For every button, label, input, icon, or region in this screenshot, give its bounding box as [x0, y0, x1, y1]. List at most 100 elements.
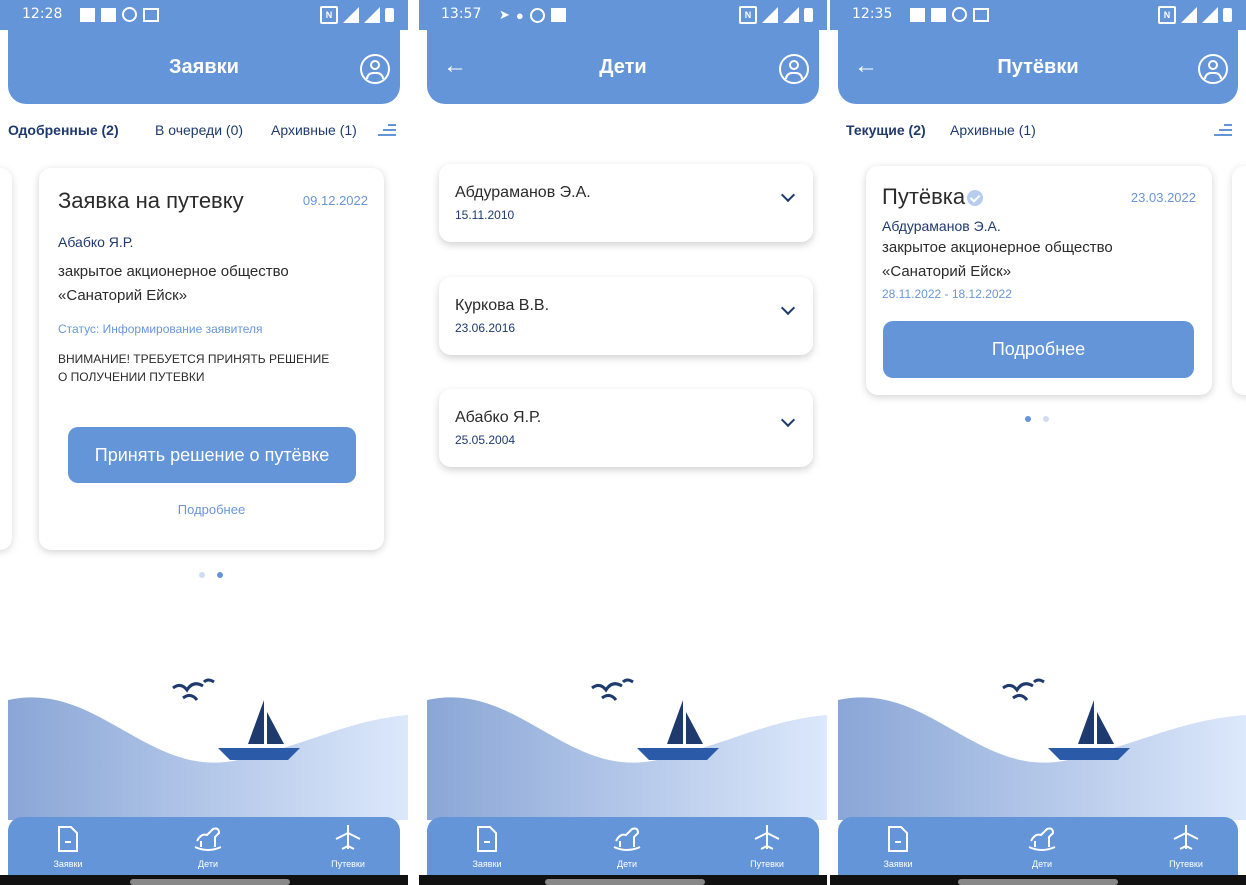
image-icon [143, 7, 159, 22]
bottom-navigation: Заявки Дети Путевки [838, 817, 1238, 875]
card-title: Путёвка [882, 184, 984, 210]
previous-card-peek[interactable] [0, 168, 12, 550]
signal-icon [762, 7, 778, 23]
system-icons: N [739, 6, 813, 24]
tab-queue[interactable]: В очереди (0) [155, 122, 243, 138]
organization: закрытое акционерное общество «Санаторий… [882, 236, 1113, 284]
tab-current[interactable]: Текущие (2) [846, 122, 926, 138]
vpn-icon [952, 7, 967, 22]
child-name: Абдураманов Э.А. [882, 218, 1001, 234]
document-icon [58, 826, 78, 852]
nav-vouchers[interactable]: Путевки [318, 821, 378, 869]
profile-icon[interactable] [779, 54, 809, 84]
tab-approved[interactable]: Одобренные (2) [8, 122, 119, 138]
chevron-down-icon[interactable] [780, 412, 796, 428]
status-icons [910, 7, 989, 22]
home-bar [419, 875, 827, 885]
signal-icon [1181, 7, 1197, 23]
nav-children-label: Дети [617, 859, 637, 869]
bottom-navigation: Заявки Дети Путевки [8, 817, 400, 875]
notification-icon [80, 7, 95, 22]
profile-icon[interactable] [360, 54, 390, 84]
child-name: Абдураманов Э.А. [455, 184, 591, 201]
nav-children[interactable]: Дети [1012, 821, 1072, 869]
document-icon [888, 826, 908, 852]
status-time: 12:28 [22, 6, 63, 22]
accept-decision-button[interactable]: Принять решение о путёвке [68, 427, 356, 483]
pager-dot[interactable] [1043, 416, 1049, 422]
wave [427, 697, 827, 820]
child-name: Куркова В.В. [455, 297, 550, 314]
details-link[interactable]: Подробнее [39, 502, 384, 517]
nav-requests[interactable]: Заявки [868, 821, 928, 869]
status-time: 13:57 [441, 6, 482, 22]
notification-icon [101, 7, 116, 22]
tab-archive[interactable]: Архивные (1) [950, 122, 1036, 138]
org-line-1: закрытое акционерное общество [882, 239, 1113, 256]
airplane-icon [335, 825, 361, 850]
vpn-icon [529, 7, 545, 23]
sailboat-icon [637, 700, 719, 760]
chevron-down-icon[interactable] [780, 187, 796, 203]
navigation-icon: ➤ [499, 7, 510, 22]
child-name: Абабко Я.Р. [455, 409, 542, 426]
pager-dot-active[interactable] [1025, 416, 1031, 422]
notification-icon [910, 7, 925, 22]
signal-icon [783, 7, 799, 23]
vpn-icon [122, 7, 137, 22]
filter-icon[interactable] [378, 124, 396, 138]
signal-icon [343, 7, 359, 23]
nav-vouchers[interactable]: Путевки [1156, 821, 1216, 869]
page-title: Заявки [169, 56, 239, 78]
nav-vouchers[interactable]: Путевки [737, 821, 797, 869]
chevron-down-icon[interactable] [780, 300, 796, 316]
nav-requests[interactable]: Заявки [457, 821, 517, 869]
child-name: Абабко Я.Р. [58, 234, 134, 250]
sea-illustration [8, 678, 408, 820]
rocking-horse-icon [1028, 827, 1056, 851]
seagulls-icon [1002, 678, 1045, 701]
home-indicator[interactable] [545, 879, 705, 885]
voucher-card: Путёвка 23.03.2022 Абдураманов Э.А. закр… [866, 166, 1212, 395]
rocking-horse-icon [613, 827, 641, 851]
next-card-peek[interactable] [1232, 166, 1246, 395]
nav-children[interactable]: Дети [178, 821, 238, 869]
voucher-period: 28.11.2022 - 18.12.2022 [882, 287, 1012, 301]
pager-dots [199, 572, 223, 578]
filter-icon[interactable] [1214, 124, 1232, 138]
tab-archive[interactable]: Архивные (1) [271, 122, 357, 138]
home-indicator[interactable] [958, 879, 1118, 885]
nav-vouchers-label: Путевки [750, 859, 784, 869]
nav-children[interactable]: Дети [597, 821, 657, 869]
child-item[interactable]: Куркова В.В. 23.06.2016 [439, 277, 813, 355]
page-title: Дети [599, 56, 647, 78]
nfc-icon: N [320, 6, 338, 24]
rocking-horse-icon [194, 827, 222, 851]
child-item[interactable]: Абдураманов Э.А. 15.11.2010 [439, 164, 813, 242]
nav-vouchers-label: Путевки [331, 859, 365, 869]
home-indicator[interactable] [130, 879, 290, 885]
profile-icon[interactable] [1198, 54, 1228, 84]
pager-dot-active[interactable] [217, 572, 223, 578]
app-bar: ← Путёвки [838, 30, 1238, 104]
system-icons: N [320, 6, 394, 24]
card-date: 09.12.2022 [302, 193, 368, 208]
airplane-icon [754, 825, 780, 850]
person-icon: ● [515, 7, 524, 23]
nav-requests[interactable]: Заявки [38, 821, 98, 869]
child-birthdate: 25.05.2004 [455, 433, 516, 447]
child-item[interactable]: Абабко Я.Р. 25.05.2004 [439, 389, 813, 467]
organization: закрытое акционерное общество «Санаторий… [58, 260, 289, 308]
org-line-2: «Санаторий Ейск» [58, 287, 188, 304]
sea-illustration [838, 678, 1246, 820]
signal-icon [1202, 7, 1218, 23]
app-bar: ← Дети [427, 30, 819, 104]
battery-icon [385, 8, 394, 22]
bottom-navigation: Заявки Дети Путевки [427, 817, 819, 875]
nav-requests-label: Заявки [53, 859, 83, 869]
image-icon [973, 7, 989, 22]
pager-dot[interactable] [199, 572, 205, 578]
seagulls-icon [591, 678, 634, 701]
details-button[interactable]: Подробнее [883, 321, 1194, 378]
seagulls-icon [172, 678, 215, 701]
